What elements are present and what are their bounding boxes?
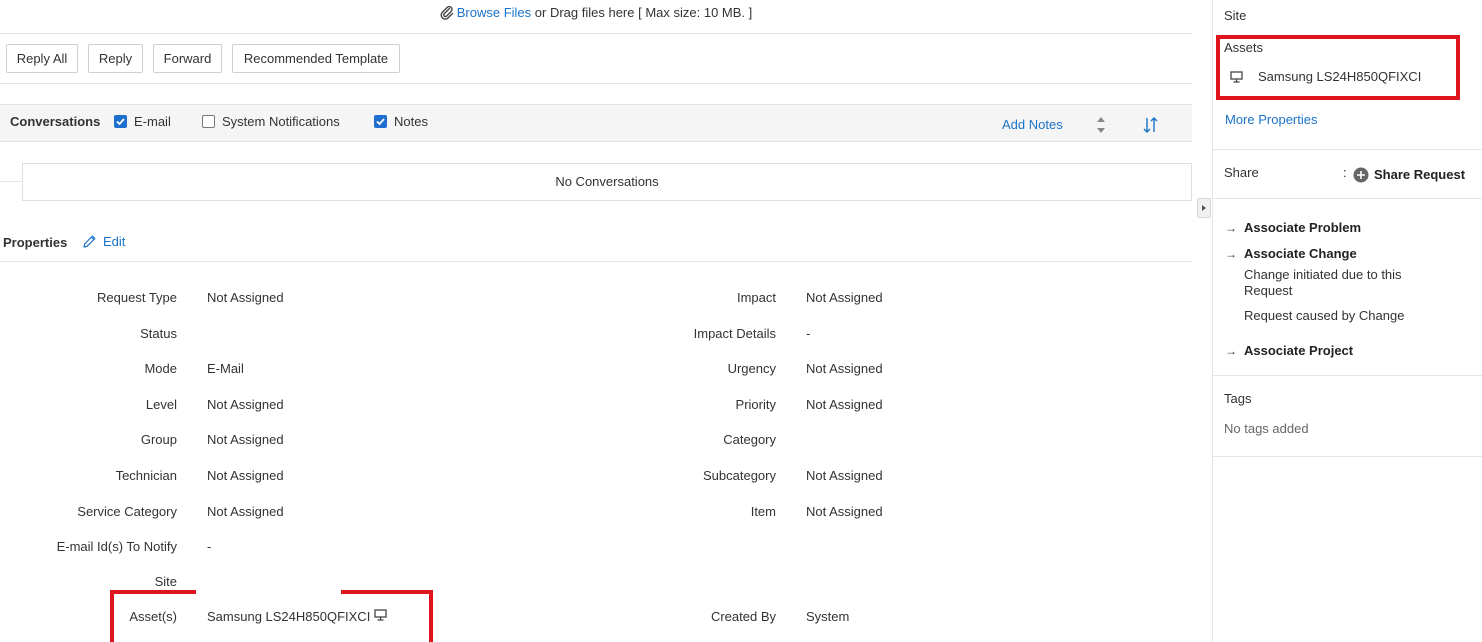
sidebar-toggle-button[interactable] bbox=[1197, 198, 1211, 218]
forward-button[interactable]: Forward bbox=[153, 44, 222, 73]
system-notifications-filter-checkbox[interactable] bbox=[202, 115, 215, 128]
property-label: Subcategory bbox=[703, 468, 776, 483]
property-label: Priority bbox=[735, 397, 776, 412]
property-value: Not Assigned bbox=[806, 361, 883, 376]
associate-change-link[interactable]: Associate Change bbox=[1244, 246, 1357, 261]
attachment-bar: Browse Files or Drag files here [ Max si… bbox=[0, 5, 1192, 23]
upload-hint: or Drag files here [ Max size: 10 MB. ] bbox=[531, 5, 753, 20]
property-label: Category bbox=[723, 432, 776, 447]
property-label: Level bbox=[145, 397, 177, 412]
property-label: Technician bbox=[115, 468, 177, 483]
property-label: Service Category bbox=[77, 504, 177, 519]
divider bbox=[1213, 149, 1482, 150]
pencil-icon[interactable] bbox=[82, 234, 97, 252]
notes-filter-label[interactable]: Notes bbox=[394, 114, 428, 129]
property-label: Site bbox=[154, 574, 177, 589]
property-value: Not Assigned bbox=[806, 468, 883, 483]
highlight-box-top-left bbox=[110, 590, 196, 594]
property-value: Not Assigned bbox=[806, 504, 883, 519]
add-notes-link[interactable]: Add Notes bbox=[1002, 117, 1063, 132]
expand-collapse-icon[interactable] bbox=[1096, 116, 1106, 137]
property-value: Not Assigned bbox=[207, 468, 284, 483]
more-properties-link[interactable]: More Properties bbox=[1225, 112, 1317, 127]
conversations-title: Conversations bbox=[10, 114, 101, 129]
change-initiated-option[interactable]: Change initiated due to this Request bbox=[1244, 267, 1444, 299]
property-value: E-Mail bbox=[207, 361, 244, 376]
reply-button[interactable]: Reply bbox=[88, 44, 143, 73]
email-filter-label[interactable]: E-mail bbox=[134, 114, 171, 129]
divider bbox=[0, 83, 1192, 84]
property-value: - bbox=[207, 539, 212, 554]
divider bbox=[1213, 456, 1482, 457]
arrow-right-icon: → bbox=[1225, 247, 1237, 261]
divider bbox=[1213, 375, 1482, 376]
property-label: Mode bbox=[144, 361, 177, 376]
property-value: Not Assigned bbox=[207, 432, 284, 447]
highlight-box-top-right bbox=[341, 590, 433, 594]
property-label: Request Type bbox=[97, 290, 177, 305]
share-colon: : bbox=[1343, 165, 1347, 180]
recommended-template-button[interactable]: Recommended Template bbox=[232, 44, 400, 73]
property-label: Urgency bbox=[727, 361, 776, 376]
property-value: Not Assigned bbox=[806, 290, 883, 305]
highlight-box bbox=[110, 590, 433, 642]
sidebar-site-label: Site bbox=[1224, 8, 1247, 23]
divider bbox=[0, 181, 22, 182]
property-value: - bbox=[806, 326, 811, 341]
divider bbox=[0, 33, 1192, 34]
divider bbox=[0, 261, 1192, 262]
tags-label: Tags bbox=[1224, 391, 1252, 406]
property-value: Not Assigned bbox=[207, 504, 284, 519]
no-tags-message: No tags added bbox=[1224, 421, 1309, 436]
request-caused-option[interactable]: Request caused by Change bbox=[1244, 308, 1404, 323]
email-filter-checkbox[interactable] bbox=[114, 115, 127, 128]
share-request-button[interactable]: Share Request bbox=[1374, 167, 1465, 182]
property-label: Impact bbox=[736, 290, 776, 305]
associate-project-link[interactable]: Associate Project bbox=[1244, 343, 1353, 358]
add-circle-icon[interactable] bbox=[1353, 167, 1369, 186]
browse-files-link[interactable]: Browse Files bbox=[457, 5, 531, 20]
property-label: E-mail Id(s) To Notify bbox=[56, 539, 177, 554]
property-label: Status bbox=[140, 326, 177, 341]
property-value: Not Assigned bbox=[806, 397, 883, 412]
divider bbox=[1213, 198, 1482, 199]
paperclip-icon bbox=[440, 5, 454, 23]
property-label: Created By bbox=[710, 609, 776, 624]
reply-all-button[interactable]: Reply All bbox=[6, 44, 78, 73]
property-value: Not Assigned bbox=[207, 397, 284, 412]
properties-title: Properties bbox=[3, 235, 68, 250]
highlight-box bbox=[1216, 35, 1460, 100]
notes-filter-checkbox[interactable] bbox=[374, 115, 387, 128]
edit-properties-link[interactable]: Edit bbox=[103, 234, 125, 249]
system-notifications-filter-label[interactable]: System Notifications bbox=[222, 114, 340, 129]
no-conversations-message: No Conversations bbox=[22, 163, 1192, 201]
arrow-right-icon: → bbox=[1225, 221, 1237, 235]
sort-order-icon[interactable] bbox=[1143, 116, 1159, 137]
share-label: Share bbox=[1224, 165, 1259, 180]
property-label: Group bbox=[140, 432, 177, 447]
property-label: Impact Details bbox=[693, 326, 776, 341]
property-label: Item bbox=[750, 504, 776, 519]
property-value: System bbox=[806, 609, 850, 624]
property-value: Not Assigned bbox=[207, 290, 284, 305]
arrow-right-icon: → bbox=[1225, 344, 1237, 358]
associate-problem-link[interactable]: Associate Problem bbox=[1244, 220, 1361, 235]
